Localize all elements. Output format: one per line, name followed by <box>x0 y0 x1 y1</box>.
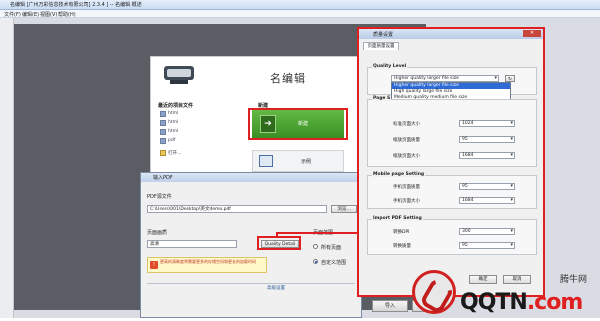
advanced-settings-toggle[interactable]: 高级设置 <box>147 283 355 291</box>
dialog-title: 输入PDF <box>153 175 173 181</box>
highlight-new-tile <box>248 108 348 140</box>
highlight-quality-dialog <box>357 27 545 297</box>
file-icon <box>160 111 166 117</box>
warning-box: ! 更高的清晰度将需要更多的存储空间和更长的加载时间 <box>147 257 267 273</box>
recent-item[interactable]: html <box>168 120 178 125</box>
menu-help[interactable]: 帮助(H) <box>58 11 76 18</box>
custom-range-radio[interactable] <box>313 259 318 264</box>
app-logo-icon <box>164 66 194 84</box>
connector-line <box>276 232 360 234</box>
watermark-logo-icon <box>412 270 456 314</box>
window-titlebar: 名编辑 [广州万彩信息技术有限公司] 2.3.4 ] -- 名编辑 概述 <box>0 0 600 10</box>
import-button[interactable]: 导入 <box>372 300 408 312</box>
menu-edit[interactable]: 编辑(E) <box>22 11 39 18</box>
dialog-titlebar: 输入PDF <box>141 173 361 182</box>
monitor-icon <box>259 155 273 167</box>
left-toolbar <box>0 18 14 318</box>
watermark-domain: .com <box>526 290 583 315</box>
quality-select[interactable]: 高清 <box>147 240 237 248</box>
watermark-tencent: 腾牛网 <box>560 275 588 285</box>
file-icon <box>160 129 166 135</box>
watermark-brand: QQTN.com <box>460 290 583 315</box>
custom-range-label: 自定义范围 <box>321 260 347 266</box>
file-icon <box>160 138 166 144</box>
sample-tile[interactable]: 示例 <box>252 150 344 172</box>
warning-icon: ! <box>150 261 158 269</box>
menu-file[interactable]: 文件(F) <box>4 11 21 18</box>
folder-icon <box>160 150 166 156</box>
sample-tile-label: 示例 <box>301 159 312 165</box>
warning-text: 更高的清晰度将需要更多的存储空间和更长的加载时间 <box>160 259 256 264</box>
pdf-file-label: PDF源文件 <box>147 194 172 200</box>
page-quality-label: 页面画质 <box>147 230 168 236</box>
recent-item[interactable]: html <box>168 111 178 116</box>
recent-item[interactable]: pdf <box>168 138 175 143</box>
window-title: 名编辑 [广州万彩信息技术有限公司] 2.3.4 ] -- 名编辑 概述 <box>10 2 142 8</box>
file-icon <box>160 120 166 126</box>
advanced-settings-label: 高级设置 <box>267 286 285 291</box>
recent-files-title: 最近的项目文件 <box>158 103 194 109</box>
recent-item[interactable]: html <box>168 129 178 134</box>
menu-view[interactable]: 视图(V) <box>40 11 57 18</box>
menu-bar: 文件(F) 编辑(E) 视图(V) 帮助(H) <box>0 10 600 18</box>
watermark-brand-name: QQTN <box>460 290 528 315</box>
all-pages-label: 所有页面 <box>321 245 342 251</box>
highlight-quality-detail <box>257 236 301 250</box>
recent-open[interactable]: 打开... <box>168 150 181 156</box>
app-name: 名编辑 <box>270 72 306 85</box>
all-pages-radio[interactable] <box>313 244 318 249</box>
browse-button[interactable]: 浏览... <box>331 205 357 213</box>
import-pdf-dialog: 输入PDF PDF源文件 C:\Users\001\Desktop\英文demo… <box>140 172 362 318</box>
pdf-path-field[interactable]: C:\Users\001\Desktop\英文demo.pdf <box>147 205 327 213</box>
